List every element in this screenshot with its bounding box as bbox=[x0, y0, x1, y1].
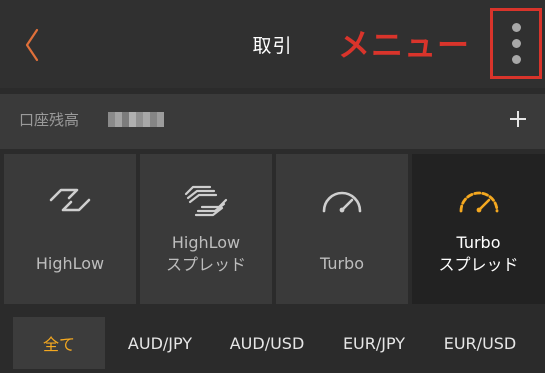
plus-icon bbox=[510, 111, 526, 127]
trade-screen: 取引 メニュー 口座残高 HighLow HighLow スプレッド Turbo… bbox=[0, 0, 545, 373]
add-funds-button[interactable] bbox=[504, 105, 532, 133]
menu-annotation-label: メニュー bbox=[338, 26, 471, 64]
trade-type-highlow[interactable]: HighLow bbox=[4, 154, 136, 304]
trade-type-highlow-spread[interactable]: HighLow スプレッド bbox=[140, 154, 272, 304]
tile-label: Turbo bbox=[319, 254, 364, 273]
more-vertical-icon bbox=[511, 39, 521, 48]
tab-eur-jpy[interactable]: EUR/JPY bbox=[326, 317, 422, 369]
tab-all[interactable]: 全て bbox=[13, 317, 105, 369]
highlow-spread-icon bbox=[140, 180, 272, 220]
account-balance-label: 口座残高 bbox=[19, 111, 80, 129]
trade-type-selector: HighLow HighLow スプレッド Turbo Turbo スプレッド bbox=[0, 154, 545, 306]
tile-sublabel: スプレッド bbox=[165, 255, 246, 274]
speedometer-icon bbox=[276, 180, 408, 220]
tab-aud-usd[interactable]: AUD/USD bbox=[218, 317, 316, 369]
tile-label: HighLow bbox=[171, 233, 241, 252]
speedometer-icon bbox=[412, 180, 545, 220]
account-balance-bar: 口座残高 bbox=[0, 94, 545, 149]
more-vertical-icon bbox=[511, 23, 521, 32]
highlow-icon bbox=[4, 180, 136, 220]
tab-aud-jpy[interactable]: AUD/JPY bbox=[112, 317, 208, 369]
tile-label: Turbo bbox=[456, 233, 501, 252]
more-vertical-icon bbox=[511, 55, 521, 64]
menu-button[interactable] bbox=[490, 8, 542, 79]
tab-eur-usd[interactable]: EUR/USD bbox=[430, 317, 530, 369]
trade-type-turbo[interactable]: Turbo bbox=[276, 154, 408, 304]
account-balance-value-redacted bbox=[108, 112, 164, 127]
currency-pair-tabs: 全て AUD/JPY AUD/USD EUR/JPY EUR/USD bbox=[0, 315, 545, 373]
tile-label: HighLow bbox=[35, 254, 105, 273]
trade-type-turbo-spread[interactable]: Turbo スプレッド bbox=[412, 154, 545, 304]
tile-sublabel: スプレッド bbox=[438, 255, 519, 274]
top-app-bar: 取引 メニュー bbox=[0, 0, 545, 88]
